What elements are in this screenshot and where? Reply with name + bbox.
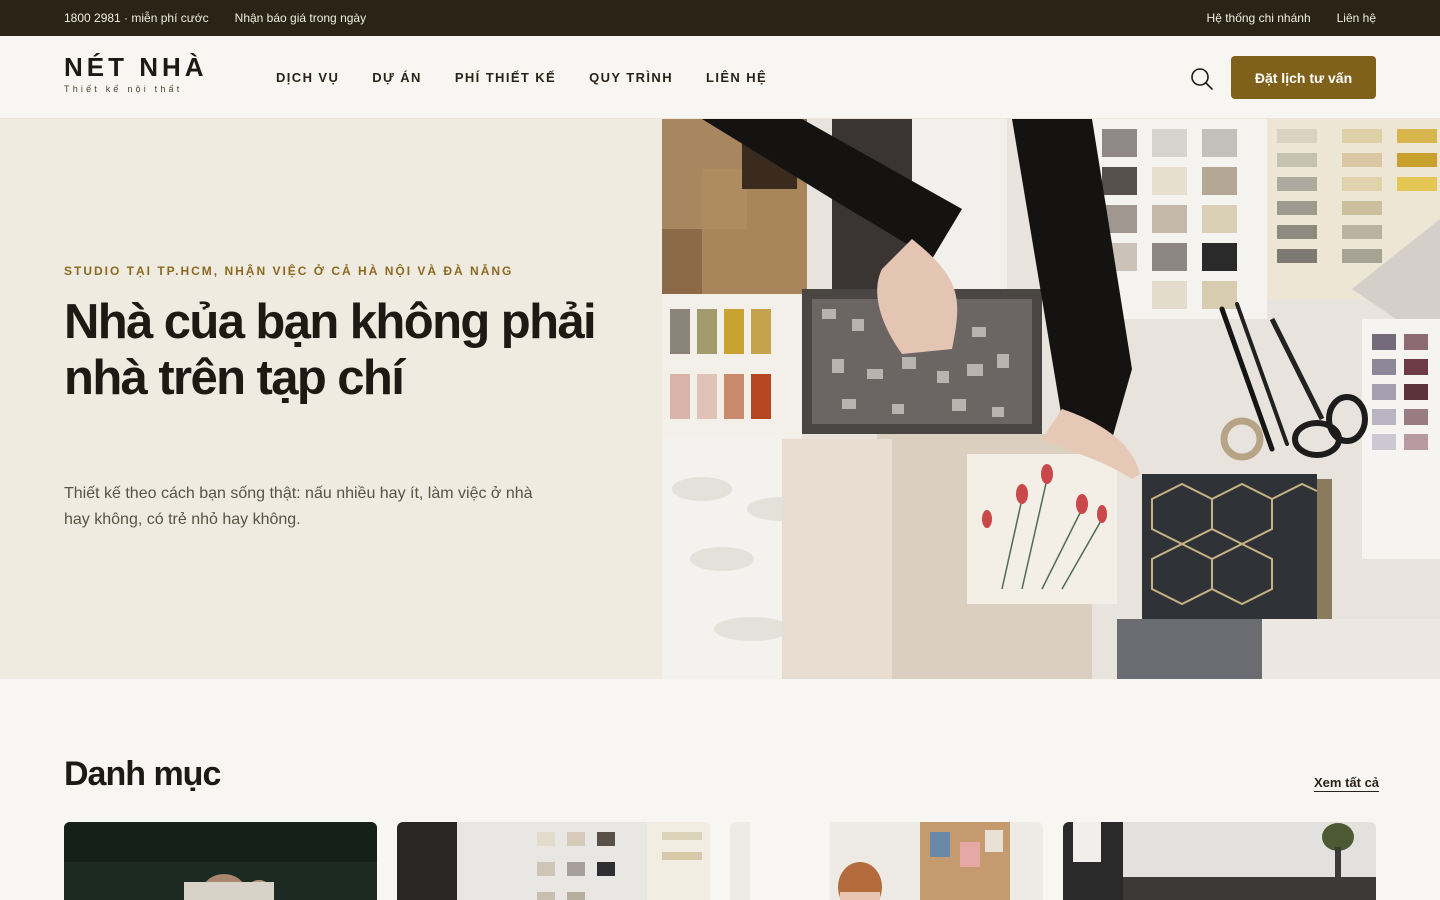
hero-text-panel: STUDIO TẠI TP.HCM, NHẬN VIỆC Ở CẢ HÀ NỘI… bbox=[0, 119, 662, 679]
site-header: NÉT NHÀ Thiết kế nội thất DỊCH VỤ DỰ ÁN … bbox=[0, 36, 1440, 119]
brand-logo[interactable]: NÉT NHÀ Thiết kế nội thất bbox=[64, 54, 208, 94]
branches-link[interactable]: Hệ thống chi nhánh bbox=[1207, 11, 1311, 25]
hero-section: STUDIO TẠI TP.HCM, NHẬN VIỆC Ở CẢ HÀ NỘI… bbox=[0, 119, 1440, 679]
category-card[interactable] bbox=[64, 822, 377, 900]
main-nav: DỊCH VỤ DỰ ÁN PHÍ THIẾT KẾ QUY TRÌNH LIÊ… bbox=[276, 36, 767, 119]
search-icon bbox=[1191, 68, 1213, 90]
category-card-image bbox=[64, 822, 377, 900]
book-consultation-button[interactable]: Đặt lịch tư vấn bbox=[1231, 56, 1376, 99]
brand-name: NÉT NHÀ bbox=[64, 52, 208, 82]
nav-item-services[interactable]: DỊCH VỤ bbox=[276, 70, 339, 85]
category-card[interactable] bbox=[1063, 822, 1376, 900]
hero-subtitle: Thiết kế theo cách bạn sống thật: nấu nh… bbox=[64, 485, 533, 528]
hero-title: Nhà của bạn không phải nhà trên tạp chí bbox=[64, 295, 597, 405]
material-swatches-image bbox=[662, 119, 1440, 679]
category-card[interactable] bbox=[397, 822, 710, 900]
contact-link[interactable]: Liên hệ bbox=[1337, 11, 1376, 25]
category-cards bbox=[64, 822, 1376, 900]
hotline-text: 1800 2981 · miễn phí cước bbox=[64, 11, 209, 25]
quote-text: Nhận báo giá trong ngày bbox=[234, 11, 367, 25]
nav-item-process[interactable]: QUY TRÌNH bbox=[589, 70, 673, 85]
top-utility-bar: 1800 2981 · miễn phí cước Nhận báo giá t… bbox=[0, 0, 1440, 36]
hero-image bbox=[662, 119, 1440, 679]
category-card[interactable] bbox=[730, 822, 1043, 900]
hero-eyebrow: STUDIO TẠI TP.HCM, NHẬN VIỆC Ở CẢ HÀ NỘI… bbox=[64, 264, 514, 278]
category-card-image bbox=[730, 822, 1043, 900]
nav-item-contact[interactable]: LIÊN HỆ bbox=[706, 70, 767, 85]
brand-tagline: Thiết kế nội thất bbox=[64, 84, 183, 94]
search-button[interactable] bbox=[1189, 66, 1215, 92]
category-card-image bbox=[1063, 822, 1376, 900]
category-section-title: Danh mục bbox=[64, 755, 221, 793]
category-card-image bbox=[397, 822, 710, 900]
nav-item-projects[interactable]: DỰ ÁN bbox=[372, 70, 422, 85]
nav-item-pricing[interactable]: PHÍ THIẾT KẾ bbox=[455, 70, 556, 85]
see-all-categories-link[interactable]: Xem tất cả bbox=[1314, 775, 1380, 792]
